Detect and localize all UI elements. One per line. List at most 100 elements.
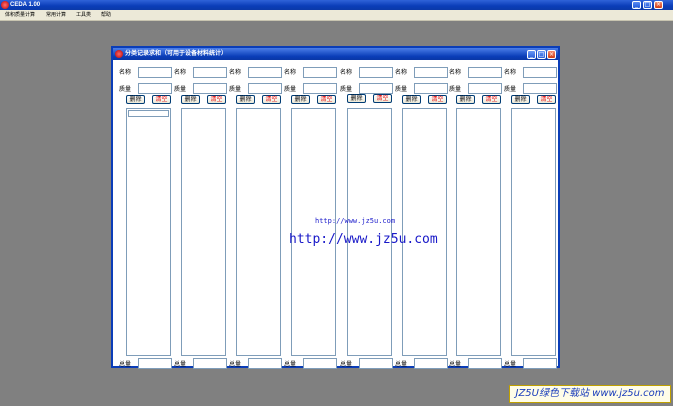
dialog-title: 分类记录求和（可用于设备材料统计） xyxy=(125,50,228,57)
mass-label: 质量 xyxy=(119,86,132,93)
mass-label: 质量 xyxy=(174,86,187,93)
record-column: 名称质量删除 清空总量 xyxy=(394,60,448,369)
record-list[interactable] xyxy=(236,108,281,356)
total-field[interactable] xyxy=(248,358,282,369)
name-label: 名称 xyxy=(449,69,462,76)
total-field[interactable] xyxy=(138,358,172,369)
clear-button[interactable]: 清空 xyxy=(428,95,447,104)
name-label: 名称 xyxy=(340,69,353,76)
delete-button[interactable]: 删除 xyxy=(511,95,530,104)
name-field[interactable] xyxy=(248,67,282,78)
app-title: CEDA 1.00 xyxy=(10,2,41,8)
dialog-body: 名称 质量 删除 清空 总量 名称 质量 删除 清空 总量 名称 质量 删除 清空 总量 名称 质量 删除 清空 总量… xyxy=(113,60,558,369)
watermark-small: http://www.jz5u.com xyxy=(315,217,396,225)
name-field[interactable] xyxy=(468,67,502,78)
total-field[interactable] xyxy=(193,358,227,369)
menu-item-volume-mass[interactable]: 体积质量计算 xyxy=(5,12,35,19)
mass-field[interactable] xyxy=(523,83,557,94)
record-column: 名称质量删除 清空总量 xyxy=(118,60,172,369)
app-icon xyxy=(1,1,9,9)
total-field[interactable] xyxy=(523,358,557,369)
mass-label: 质量 xyxy=(340,86,353,93)
maximize-button[interactable]: □ xyxy=(643,1,652,9)
record-list[interactable] xyxy=(181,108,226,356)
mass-field[interactable] xyxy=(248,83,282,94)
delete-button[interactable]: 删除 xyxy=(347,94,366,103)
mass-label: 质量 xyxy=(229,86,242,93)
total-field[interactable] xyxy=(414,358,448,369)
mass-label: 质量 xyxy=(284,86,297,93)
record-column: 名称质量删除 清空总量 xyxy=(448,60,502,369)
mass-field[interactable] xyxy=(193,83,227,94)
dialog-titlebar: 分类记录求和（可用于设备材料统计） _ □ × xyxy=(113,48,558,60)
delete-button[interactable]: 删除 xyxy=(291,95,310,104)
total-label: 总量 xyxy=(449,361,462,368)
delete-button[interactable]: 删除 xyxy=(126,95,145,104)
record-list[interactable] xyxy=(511,108,556,356)
watermark-large: http://www.jz5u.com xyxy=(289,232,438,247)
dialog-minimize-button[interactable]: _ xyxy=(527,50,536,59)
delete-button[interactable]: 删除 xyxy=(456,95,475,104)
name-label: 名称 xyxy=(174,69,187,76)
record-column: 名称质量 删除 清空总量 xyxy=(339,60,393,369)
delete-button[interactable]: 删除 xyxy=(402,95,421,104)
name-label: 名称 xyxy=(504,69,517,76)
mass-field[interactable] xyxy=(303,83,337,94)
mass-field[interactable] xyxy=(359,83,393,94)
total-label: 总量 xyxy=(504,361,517,368)
dialog-maximize-button[interactable]: □ xyxy=(537,50,546,59)
clear-button[interactable]: 清空 xyxy=(317,95,336,104)
total-field[interactable] xyxy=(303,358,337,369)
mass-label: 质量 xyxy=(449,86,462,93)
record-column: 名称质量删除 清空总量 xyxy=(173,60,227,369)
clear-button[interactable]: 清空 xyxy=(152,95,171,104)
mass-field[interactable] xyxy=(138,83,172,94)
site-badge: JZ5U绿色下载站 www.jz5u.com xyxy=(509,385,671,403)
name-label: 名称 xyxy=(284,69,297,76)
record-column: 名称质量删除 清空总量 xyxy=(283,60,337,369)
name-label: 名称 xyxy=(229,69,242,76)
record-list[interactable] xyxy=(456,108,501,356)
total-label: 总量 xyxy=(229,361,242,368)
mass-field[interactable] xyxy=(468,83,502,94)
menu-item-help[interactable]: 帮助 xyxy=(101,12,111,19)
delete-button[interactable]: 删除 xyxy=(236,95,255,104)
name-field[interactable] xyxy=(138,67,172,78)
clear-button[interactable]: 清空 xyxy=(262,95,281,104)
menu-item-common-calc[interactable]: 常用计算 xyxy=(46,12,66,19)
name-field[interactable] xyxy=(193,67,227,78)
app-titlebar: CEDA 1.00 _ □ × xyxy=(0,0,673,10)
close-button[interactable]: × xyxy=(654,1,663,9)
total-field[interactable] xyxy=(359,358,393,369)
menu-bar: 体积质量计算 常用计算 工具类 帮助 xyxy=(0,10,673,21)
name-field[interactable] xyxy=(523,67,557,78)
delete-button[interactable]: 删除 xyxy=(181,95,200,104)
name-field[interactable] xyxy=(359,67,393,78)
minimize-button[interactable]: _ xyxy=(632,1,641,9)
list-selected-item[interactable] xyxy=(128,110,169,117)
clear-button[interactable]: 清空 xyxy=(373,94,392,103)
name-field[interactable] xyxy=(303,67,337,78)
sum-dialog: 分类记录求和（可用于设备材料统计） _ □ × 名称 质量 删除 清空 总量 名称 质量 删除… xyxy=(111,46,560,369)
mass-label: 质量 xyxy=(395,86,408,93)
total-field[interactable] xyxy=(468,358,502,369)
mass-field[interactable] xyxy=(414,83,448,94)
name-label: 名称 xyxy=(395,69,408,76)
total-label: 总量 xyxy=(174,361,187,368)
clear-button[interactable]: 清空 xyxy=(537,95,556,104)
total-label: 总量 xyxy=(340,361,353,368)
dialog-close-button[interactable]: × xyxy=(547,50,556,59)
name-field[interactable] xyxy=(414,67,448,78)
record-column: 名称质量删除 清空总量 xyxy=(503,60,557,369)
record-column: 名称质量删除 清空总量 xyxy=(228,60,282,369)
dialog-icon xyxy=(115,50,123,58)
record-list[interactable] xyxy=(126,108,171,356)
total-label: 总量 xyxy=(119,361,132,368)
total-label: 总量 xyxy=(395,361,408,368)
mass-label: 质量 xyxy=(504,86,517,93)
clear-button[interactable]: 清空 xyxy=(207,95,226,104)
menu-item-tools[interactable]: 工具类 xyxy=(76,12,91,19)
clear-button[interactable]: 清空 xyxy=(482,95,501,104)
total-label: 总量 xyxy=(284,361,297,368)
name-label: 名称 xyxy=(119,69,132,76)
